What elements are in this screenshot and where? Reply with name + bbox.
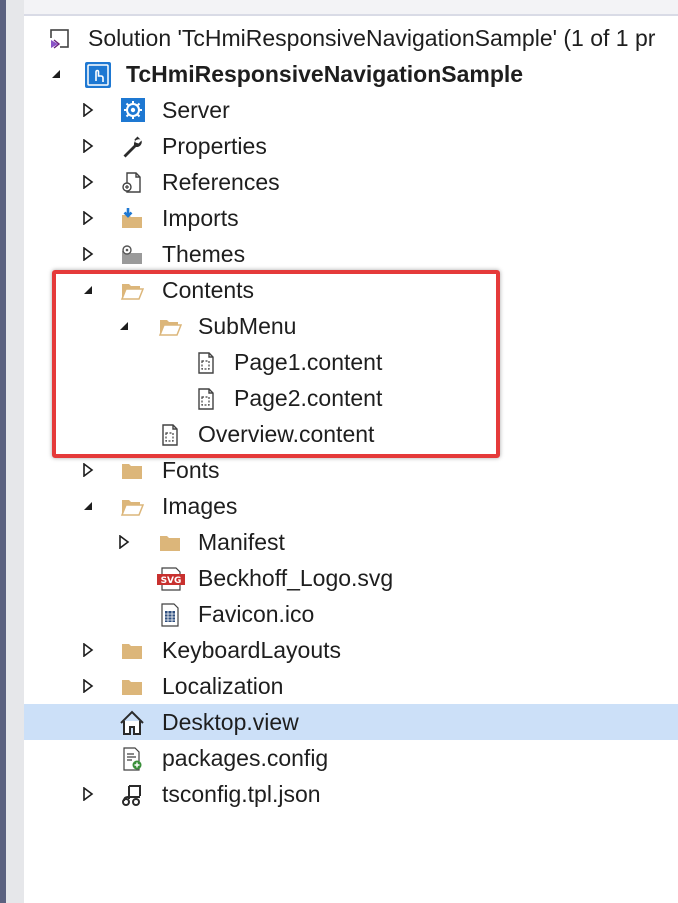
expand-arrow-icon[interactable] [114,524,134,560]
solution-explorer-panel: Solution 'TcHmiResponsiveNavigationSampl… [0,0,678,903]
tree-item-label: Themes [162,241,246,267]
expand-arrow-icon[interactable] [78,128,98,164]
tree-item-label: TcHmiResponsiveNavigationSample [126,61,524,87]
tree-item-localization[interactable]: Localization [24,668,678,704]
expand-arrow-icon[interactable] [78,668,98,704]
ico-file-icon [158,603,182,627]
tree-item-label: Imports [162,205,239,231]
tree-item-imports[interactable]: Imports [24,200,678,236]
server-gear-icon [120,97,146,123]
tree-item-label: Contents [162,277,255,303]
content-file-icon [158,423,182,447]
tree-item-project[interactable]: TcHmiResponsiveNavigationSample [24,56,678,92]
folder-open-icon [120,279,145,303]
tree-item-label: Images [162,493,238,519]
wrench-icon [120,135,144,159]
folder-open-icon [158,315,183,339]
tree-item-packages-config[interactable]: packages.config [24,740,678,776]
expand-arrow-icon[interactable] [78,200,98,236]
collapse-arrow-icon[interactable] [46,56,66,92]
tree-item-label: packages.config [162,745,329,771]
expand-arrow-icon[interactable] [78,452,98,488]
expand-arrow-icon[interactable] [78,776,98,812]
expand-arrow-icon[interactable] [78,236,98,272]
collapse-arrow-icon[interactable] [114,308,134,344]
folder-open-icon [120,495,145,519]
tree-item-label: Page1.content [234,349,383,375]
tree-item-label: SubMenu [198,313,297,339]
collapse-arrow-icon[interactable] [78,488,98,524]
json-file-icon [120,783,144,807]
tree-item-images[interactable]: Images [24,488,678,524]
expand-arrow-icon[interactable] [78,92,98,128]
tree-item-label: Fonts [162,457,220,483]
tree-item-fonts[interactable]: Fonts [24,452,678,488]
imports-folder-icon [120,207,144,231]
expand-arrow-icon[interactable] [78,164,98,200]
tree-item-themes[interactable]: Themes [24,236,678,272]
tree-item-label: Localization [162,673,284,699]
tree-item-beckhoff-logo[interactable]: SVG Beckhoff_Logo.svg [24,560,678,596]
panel-header-strip [24,0,678,16]
solution-tree: Solution 'TcHmiResponsiveNavigationSampl… [24,20,678,812]
content-file-icon [194,351,218,375]
tree-item-label: tsconfig.tpl.json [162,781,321,807]
tree-item-favicon[interactable]: Favicon.ico [24,596,678,632]
folder-icon [120,675,144,699]
config-file-icon [120,747,144,771]
themes-folder-icon [120,243,144,267]
tree-item-keyboard-layouts[interactable]: KeyboardLayouts [24,632,678,668]
tree-item-label: Manifest [198,529,285,555]
tree-item-contents[interactable]: Contents [24,272,678,308]
tree-item-label: Server [162,97,230,123]
references-icon [120,171,144,195]
svg-text:SVG: SVG [161,576,182,586]
tree-item-desktop-view[interactable]: Desktop.view [24,704,678,740]
tree-item-label: References [162,169,280,195]
tree-item-page1-content[interactable]: Page1.content [24,344,678,380]
tree-item-page2-content[interactable]: Page2.content [24,380,678,416]
tree-item-submenu[interactable]: SubMenu [24,308,678,344]
tree-item-label: Beckhoff_Logo.svg [198,565,394,591]
folder-icon [158,531,182,555]
tree-item-properties[interactable]: Properties [24,128,678,164]
tree-item-label: KeyboardLayouts [162,637,342,663]
solution-icon [48,27,72,51]
tree-item-label: Properties [162,133,267,159]
collapse-arrow-icon[interactable] [78,272,98,308]
folder-icon [120,459,144,483]
tree-item-manifest[interactable]: Manifest [24,524,678,560]
tree-item-label: Favicon.ico [198,601,315,627]
folder-icon [120,639,144,663]
tree-item-references[interactable]: References [24,164,678,200]
tree-item-solution[interactable]: Solution 'TcHmiResponsiveNavigationSampl… [24,20,678,56]
tree-item-tsconfig[interactable]: tsconfig.tpl.json [24,776,678,812]
tree-item-label: Solution 'TcHmiResponsiveNavigationSampl… [88,25,656,51]
tree-item-overview-content[interactable]: Overview.content [24,416,678,452]
tree-item-server[interactable]: Server [24,92,678,128]
home-icon [118,709,146,737]
expand-arrow-icon[interactable] [78,632,98,668]
tree-item-label: Page2.content [234,385,383,411]
tree-item-label: Overview.content [198,421,375,447]
svg-file-icon: SVG [156,567,186,591]
window-left-border [0,0,24,903]
gutter [6,0,24,903]
content-file-icon [194,387,218,411]
hmi-project-icon [84,61,112,89]
tree-item-label: Desktop.view [162,709,299,735]
